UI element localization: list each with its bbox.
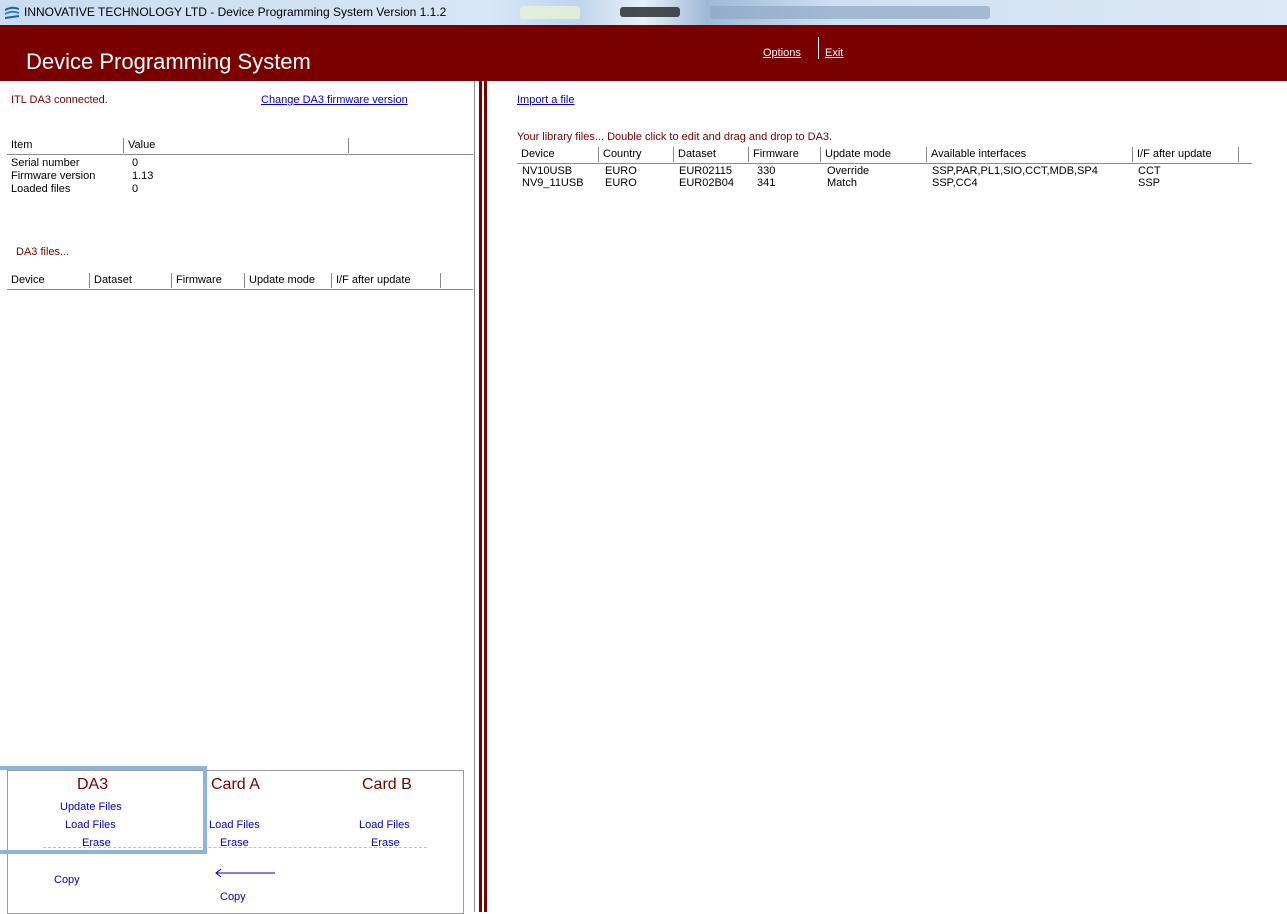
da3-files-label: DA3 files...: [16, 246, 70, 258]
info-row[interactable]: Firmware version 1.13: [11, 170, 311, 183]
app-icon: [5, 6, 19, 19]
library-grid-header: Device Country Dataset Firmware Update m…: [517, 147, 1252, 164]
column-header-device[interactable]: Device: [7, 273, 90, 288]
cell-device: NV9_11USB: [522, 177, 584, 189]
window-title: INNOVATIVE TECHNOLOGY LTD - Device Progr…: [24, 5, 447, 19]
panel-splitter[interactable]: [475, 81, 487, 912]
table-row[interactable]: NV9_11USB EURO EUR02B04 341 Match SSP,CC…: [517, 177, 1257, 189]
cell-if-after-update: SSP: [1138, 177, 1161, 189]
column-header-if-after-update[interactable]: I/F after update: [1133, 147, 1239, 162]
column-header-dataset[interactable]: Dataset: [674, 147, 749, 162]
cell-firmware: 341: [757, 177, 776, 189]
header-separator: [818, 37, 819, 59]
window-title-bar[interactable]: INNOVATIVE TECHNOLOGY LTD - Device Progr…: [0, 0, 1287, 25]
cell-device: NV10USB: [522, 165, 573, 177]
da3-update-files-button[interactable]: Update Files: [60, 801, 122, 813]
card-b-title: Card B: [362, 776, 412, 793]
card-b-load-files-button[interactable]: Load Files: [359, 819, 410, 831]
connection-status: ITL DA3 connected.: [11, 94, 108, 106]
da3-title: DA3: [77, 776, 109, 793]
column-header-available-interfaces[interactable]: Available interfaces: [927, 147, 1133, 162]
info-row[interactable]: Loaded files 0: [11, 183, 311, 196]
left-arrow-icon: [215, 868, 275, 878]
divider: [43, 847, 427, 848]
info-item: Serial number: [11, 157, 80, 169]
cell-dataset: EUR02B04: [679, 177, 735, 189]
card-a-load-files-button[interactable]: Load Files: [209, 819, 260, 831]
app-title: Device Programming System: [26, 49, 311, 74]
cell-dataset: EUR02115: [679, 165, 732, 177]
column-header-item[interactable]: Item: [7, 138, 124, 153]
copy-card-to-da3-button[interactable]: Copy: [220, 891, 246, 903]
import-file-link[interactable]: Import a file: [517, 94, 574, 106]
cell-country: EURO: [605, 177, 637, 189]
info-item: Firmware version: [11, 170, 96, 182]
column-header-device[interactable]: Device: [517, 147, 599, 162]
da3-files-grid-header: Device Dataset Firmware Update mode I/F …: [7, 273, 473, 290]
cell-interfaces: SSP,PAR,PL1,SIO,CCT,MDB,SP4: [932, 165, 1098, 177]
taskbar-thumbnail: [520, 6, 580, 19]
exit-link[interactable]: Exit: [825, 47, 843, 59]
cell-update-mode: Match: [827, 177, 857, 189]
column-header-update-mode[interactable]: Update mode: [245, 273, 332, 288]
info-value: 0: [132, 157, 139, 169]
column-header-value[interactable]: Value: [124, 138, 349, 153]
copy-button[interactable]: Copy: [54, 874, 80, 886]
info-row[interactable]: Serial number 0: [11, 157, 311, 170]
device-actions-panel: DA3 Update Files Load Files Erase Card A…: [7, 770, 464, 914]
taskbar-thumbnail: [710, 6, 990, 19]
app-header: Device Programming System Options Exit: [0, 25, 1287, 81]
column-header-dataset[interactable]: Dataset: [90, 273, 172, 288]
column-header-if-after-update[interactable]: I/F after update: [332, 273, 441, 288]
info-grid: Serial number 0 Firmware version 1.13 Lo…: [11, 157, 311, 196]
cell-interfaces: SSP,CC4: [932, 177, 978, 189]
column-header-firmware[interactable]: Firmware: [749, 147, 821, 162]
splitter-bar: [479, 81, 482, 912]
cell-firmware: 330: [757, 165, 776, 177]
info-item: Loaded files: [11, 183, 71, 195]
column-header-country[interactable]: Country: [599, 147, 674, 162]
column-header-update-mode[interactable]: Update mode: [821, 147, 927, 162]
table-row[interactable]: NV10USB EURO EUR02115 330 Override SSP,P…: [517, 165, 1257, 177]
left-panel: ITL DA3 connected. Change DA3 firmware v…: [0, 81, 475, 914]
info-value: 1.13: [132, 170, 154, 182]
info-value: 0: [132, 183, 139, 195]
da3-load-files-button[interactable]: Load Files: [65, 819, 116, 831]
card-a-title: Card A: [211, 776, 260, 793]
cell-update-mode: Override: [827, 165, 870, 177]
taskbar-thumbnail: [620, 7, 680, 17]
cell-country: EURO: [605, 165, 637, 177]
cell-if-after-update: CCT: [1138, 165, 1161, 177]
column-header-firmware[interactable]: Firmware: [172, 273, 245, 288]
info-grid-header: Item Value: [7, 138, 473, 155]
library-grid: NV10USB EURO EUR02115 330 Override SSP,P…: [517, 165, 1257, 189]
right-panel: Import a file Your library files... Doub…: [487, 81, 1287, 912]
library-files-label: Your library files... Double click to ed…: [517, 131, 833, 143]
options-link[interactable]: Options: [763, 47, 801, 59]
change-firmware-link[interactable]: Change DA3 firmware version: [261, 94, 408, 106]
